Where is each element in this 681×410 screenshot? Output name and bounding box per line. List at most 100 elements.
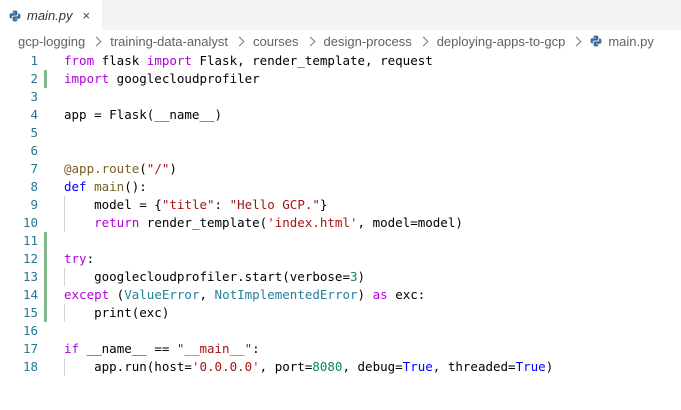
python-icon xyxy=(9,9,21,22)
code-token: exc: xyxy=(387,287,426,302)
tab-label: main.py xyxy=(27,7,73,23)
line-number: 11 xyxy=(22,233,38,248)
code-token: "/" xyxy=(146,161,170,176)
code-line[interactable]: 10 return render_template('index.html', … xyxy=(0,214,681,232)
code-text: except (ValueError, NotImplementedError)… xyxy=(64,286,425,304)
code-token: ) xyxy=(169,161,177,176)
code-token: if xyxy=(64,341,80,356)
chevron-right-icon xyxy=(418,36,429,46)
code-token: 'index.html' xyxy=(267,215,358,230)
code-token: 3 xyxy=(349,269,358,284)
code-token: as xyxy=(372,287,388,302)
code-token: app.run(host= xyxy=(64,359,192,374)
chevron-right-icon xyxy=(234,36,245,46)
code-line[interactable]: 18 app.run(host='0.0.0.0', port=8080, de… xyxy=(0,358,681,376)
code-line[interactable]: 9 model = {"title": "Hello GCP."} xyxy=(0,196,681,214)
modified-line-indicator[interactable] xyxy=(44,268,47,286)
chevron-right-icon xyxy=(571,36,582,46)
code-token: : xyxy=(86,251,95,266)
breadcrumb-item-deploying-apps-to-gcp[interactable]: deploying-apps-to-gcp xyxy=(437,34,566,49)
close-icon[interactable]: × xyxy=(83,9,91,22)
line-number: 9 xyxy=(30,197,38,212)
code-text: app.run(host='0.0.0.0', port=8080, debug… xyxy=(64,358,553,376)
code-line[interactable]: 13 googlecloudprofiler.start(verbose=3) xyxy=(0,268,681,286)
code-line[interactable]: 16 xyxy=(0,322,681,340)
code-text: if __name__ == "__main__": xyxy=(64,340,260,358)
code-token: (): xyxy=(124,179,147,194)
chevron-right-icon xyxy=(305,36,315,46)
modified-line-indicator[interactable] xyxy=(44,304,47,322)
code-token: googlecloudprofiler xyxy=(109,71,260,86)
code-token: @app.route xyxy=(64,161,140,176)
breadcrumb-item-courses[interactable]: courses xyxy=(253,34,299,49)
code-line[interactable]: 3 xyxy=(0,88,681,106)
chevron-right-icon xyxy=(91,36,102,46)
code-token: ) xyxy=(545,359,554,374)
code-token: , debug= xyxy=(342,359,403,374)
code-line[interactable]: 14 except (ValueError, NotImplementedErro… xyxy=(0,286,681,304)
breadcrumb-item-file[interactable]: main.py xyxy=(590,34,654,49)
code-token: return xyxy=(94,215,140,230)
editor-tab-bar: main.py × xyxy=(0,0,681,30)
line-number: 17 xyxy=(22,341,38,356)
code-text: import googlecloudprofiler xyxy=(64,70,260,88)
code-text: print(exc) xyxy=(64,304,169,322)
code-line[interactable]: 5 xyxy=(0,124,681,142)
breadcrumb-file-label: main.py xyxy=(608,33,654,49)
code-token: "title" xyxy=(161,197,215,212)
code-token: main xyxy=(94,179,125,194)
code-line[interactable]: 1 from flask import Flask, render_templat… xyxy=(0,52,681,70)
code-token: True xyxy=(515,359,546,374)
code-line[interactable]: 4 app = Flask(__name__) xyxy=(0,106,681,124)
code-line[interactable]: 17 if __name__ == "__main__": xyxy=(0,340,681,358)
modified-line-indicator[interactable] xyxy=(44,250,47,268)
modified-line-indicator[interactable] xyxy=(44,232,47,250)
code-token: except xyxy=(64,287,110,302)
code-token: : xyxy=(214,197,230,212)
code-token: app = Flask(__name__) xyxy=(64,107,223,122)
code-token: import xyxy=(64,71,110,86)
code-token: } xyxy=(319,197,328,212)
line-number: 16 xyxy=(22,323,38,338)
line-number: 13 xyxy=(22,269,38,284)
code-text: googlecloudprofiler.start(verbose=3) xyxy=(64,268,365,286)
code-token: , model=model) xyxy=(357,215,463,230)
code-line[interactable]: 6 xyxy=(0,142,681,160)
code-line[interactable]: 2 import googlecloudprofiler xyxy=(0,70,681,88)
code-token: Flask, render_template, request xyxy=(191,53,433,68)
modified-line-indicator[interactable] xyxy=(44,286,47,304)
breadcrumb-item-training-data-analyst[interactable]: training-data-analyst xyxy=(110,34,228,49)
breadcrumb-item-design-process[interactable]: design-process xyxy=(324,34,412,49)
code-text: def main(): xyxy=(64,178,147,196)
tab-main-py[interactable]: main.py × xyxy=(0,0,102,30)
code-token: ) xyxy=(357,287,373,302)
code-token: '0.0.0.0' xyxy=(191,359,260,374)
code-line[interactable]: 7 @app.route("/") xyxy=(0,160,681,178)
modified-line-indicator[interactable] xyxy=(44,70,47,88)
line-number: 18 xyxy=(22,359,38,374)
code-token: True xyxy=(402,359,433,374)
code-token: def xyxy=(64,179,87,194)
code-line[interactable]: 8 def main(): xyxy=(0,178,681,196)
code-token: model = { xyxy=(64,197,162,212)
code-token: from xyxy=(64,53,95,68)
code-text: app = Flask(__name__) xyxy=(64,106,222,124)
code-line[interactable]: 11 xyxy=(0,232,681,250)
code-token: "Hello GCP." xyxy=(229,197,320,212)
code-text: from flask import Flask, render_template… xyxy=(64,52,433,70)
code-line[interactable]: 12 try: xyxy=(0,250,681,268)
code-token: "__main__" xyxy=(176,341,253,356)
line-number: 3 xyxy=(30,89,38,104)
code-text: try: xyxy=(64,250,94,268)
line-number: 12 xyxy=(22,251,38,266)
code-token: try xyxy=(64,251,87,266)
code-editor[interactable]: 1 from flask import Flask, render_templat… xyxy=(0,52,681,376)
line-number: 5 xyxy=(30,125,38,140)
code-text: @app.route("/") xyxy=(64,160,177,178)
line-number: 6 xyxy=(30,143,38,158)
breadcrumb-item-gcp-logging[interactable]: gcp-logging xyxy=(18,34,85,49)
code-line[interactable]: 15 print(exc) xyxy=(0,304,681,322)
python-icon xyxy=(590,35,602,47)
code-token: , port= xyxy=(259,359,313,374)
